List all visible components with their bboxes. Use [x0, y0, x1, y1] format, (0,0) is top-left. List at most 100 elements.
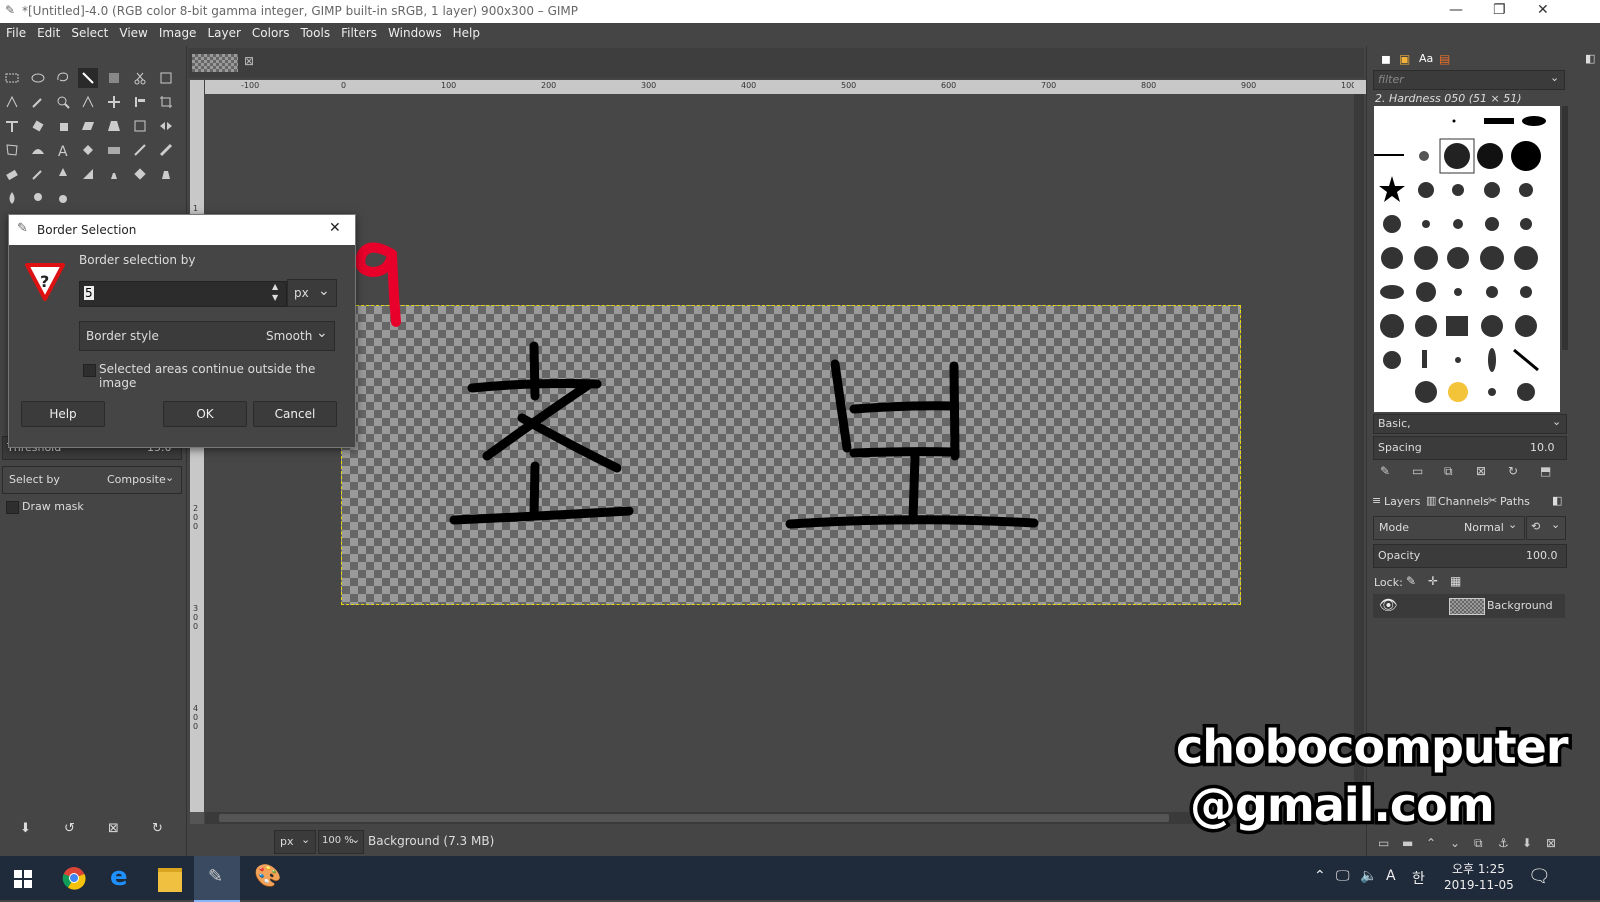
heal-tool[interactable] [130, 164, 150, 184]
fonts-tab-icon[interactable]: Aa [1419, 52, 1433, 65]
lock-position-icon[interactable]: ✛ [1428, 574, 1438, 588]
menu-help[interactable]: Help [447, 23, 485, 40]
volume-icon[interactable]: 🔈 [1360, 868, 1377, 884]
maximize-button[interactable]: ❐ [1493, 2, 1506, 18]
layer-row[interactable]: 👁 Background [1373, 594, 1565, 618]
restore-preset-icon[interactable]: ↺ [64, 821, 75, 836]
perspective-tool[interactable] [104, 116, 124, 136]
move-tool[interactable] [104, 92, 124, 112]
decrement-icon[interactable]: ▼ [272, 293, 278, 302]
zoom-fit-icon[interactable] [1354, 80, 1366, 94]
bucket-fill-tool[interactable] [78, 140, 98, 160]
eraser-tool[interactable] [2, 164, 22, 184]
refresh-brushes-icon[interactable]: ↻ [1508, 464, 1518, 478]
clone-tool[interactable] [104, 164, 124, 184]
quick-mask-corner[interactable] [190, 80, 204, 94]
minimize-button[interactable]: — [1449, 2, 1463, 18]
fuzzy-select-tool[interactable] [78, 68, 98, 88]
warp-transform-tool[interactable] [28, 140, 48, 160]
file-explorer-icon[interactable] [158, 868, 182, 892]
smudge-tool[interactable] [28, 188, 48, 208]
border-size-input[interactable]: 5 ▲ ▼ [79, 281, 287, 307]
paint-app-icon[interactable]: 🎨 [254, 864, 281, 889]
dialog-close-button[interactable]: ✕ [329, 220, 341, 236]
menu-edit[interactable]: Edit [31, 23, 65, 40]
dock-menu-icon[interactable]: ◧ [1585, 52, 1595, 65]
patterns-tab-icon[interactable]: ▣ [1399, 52, 1410, 66]
cage-transform-tool[interactable] [2, 140, 22, 160]
clock-time[interactable]: 오후 1:25 [1452, 860, 1505, 877]
increment-icon[interactable]: ▲ [272, 282, 278, 291]
notification-icon[interactable]: 🗨 [1528, 866, 1551, 887]
select-by-color-tool[interactable] [104, 68, 124, 88]
documents-tab-icon[interactable]: ▤ [1439, 52, 1450, 66]
zoom-dropdown[interactable]: 100 % ⌄ [318, 830, 364, 854]
windows-start-icon[interactable] [14, 870, 32, 888]
lasso-tool[interactable] [53, 68, 73, 88]
open-brush-as-image-icon[interactable]: ⬒ [1540, 464, 1551, 478]
chrome-icon[interactable] [62, 866, 86, 890]
measure-tool[interactable] [78, 92, 98, 112]
menu-filters[interactable]: Filters [335, 23, 382, 40]
tab-layers[interactable]: Layers [1384, 495, 1420, 508]
menu-tools[interactable]: Tools [295, 23, 336, 40]
image-tab-thumbnail[interactable] [192, 54, 238, 72]
scissors-tool[interactable] [130, 68, 150, 88]
flip-tool[interactable] [156, 116, 176, 136]
text-tool[interactable]: A [53, 140, 73, 160]
menu-select[interactable]: Select [65, 23, 113, 40]
layer-mode-dropdown[interactable]: Mode Normal ⌄ [1373, 516, 1525, 540]
tab-channels[interactable]: Channels [1438, 495, 1489, 508]
shear-tool[interactable] [78, 116, 98, 136]
brush-grid-scrollbar[interactable] [1562, 106, 1568, 350]
delete-brush-icon[interactable]: ⊠ [1476, 464, 1486, 478]
network-icon[interactable]: 🖵 [1336, 868, 1350, 884]
navigate-icon[interactable] [190, 812, 204, 824]
blur-tool[interactable] [2, 188, 22, 208]
foreground-select-tool[interactable] [156, 68, 176, 88]
menu-layer[interactable]: Layer [201, 23, 245, 40]
layer-composite-dropdown[interactable]: ⟲ ⌄ [1526, 516, 1566, 540]
ime-mode-han[interactable]: 한 [1412, 868, 1425, 888]
ellipse-select-tool[interactable] [28, 68, 48, 88]
delete-preset-icon[interactable]: ⊠ [108, 821, 119, 836]
menu-image[interactable]: Image [153, 23, 202, 40]
outside-image-checkbox[interactable] [83, 364, 96, 377]
unit-dropdown[interactable]: px ⌄ [287, 279, 337, 307]
airbrush-tool[interactable] [28, 164, 48, 184]
menu-file[interactable]: File [0, 23, 31, 40]
menu-windows[interactable]: Windows [382, 23, 447, 40]
paths-tool[interactable] [2, 92, 22, 112]
spacing-field[interactable]: Spacing 10.0 [1373, 436, 1567, 460]
close-tab-icon[interactable]: ⊠ [244, 54, 254, 68]
brush-preset-dropdown[interactable]: Basic, ⌄ [1373, 414, 1567, 434]
ink-tool[interactable] [53, 164, 73, 184]
draw-mask-checkbox[interactable] [6, 501, 19, 514]
dock-menu-icon[interactable]: ◧ [1552, 494, 1562, 507]
zoom-tool[interactable] [53, 92, 73, 112]
tab-paths[interactable]: Paths [1500, 495, 1530, 508]
lock-alpha-icon[interactable]: ▦ [1450, 574, 1461, 588]
chevron-up-icon[interactable]: ⌃ [1314, 868, 1326, 884]
align-tool[interactable] [130, 92, 150, 112]
paintbrush-tool[interactable] [156, 140, 176, 160]
dodge-burn-tool[interactable] [53, 188, 73, 208]
rotate-tool[interactable] [28, 116, 48, 136]
edit-brush-icon[interactable]: ✎ [1380, 464, 1390, 478]
unified-transform-tool[interactable] [2, 116, 22, 136]
border-style-dropdown[interactable]: Border style Smooth ⌄ [79, 321, 335, 351]
menu-colors[interactable]: Colors [246, 23, 295, 40]
vertical-scrollbar[interactable] [1354, 94, 1364, 814]
transform-3d-tool[interactable] [130, 116, 150, 136]
gimp-taskbar-item[interactable]: ✎ [194, 856, 240, 902]
scrollbar-thumb[interactable] [219, 814, 1169, 822]
eye-icon[interactable]: 👁 [1379, 596, 1398, 614]
gradient-tool[interactable] [104, 140, 124, 160]
unit-dropdown[interactable]: px ⌄ [274, 830, 316, 854]
brush-filter-input[interactable]: filter ⌄ [1373, 70, 1565, 90]
cancel-button[interactable]: Cancel [253, 401, 337, 427]
edge-icon[interactable]: e [110, 862, 128, 892]
save-tool-preset-icon[interactable]: ⬇ [20, 821, 31, 836]
color-picker-tool[interactable] [28, 92, 48, 112]
ime-mode-a[interactable]: A [1386, 868, 1396, 884]
